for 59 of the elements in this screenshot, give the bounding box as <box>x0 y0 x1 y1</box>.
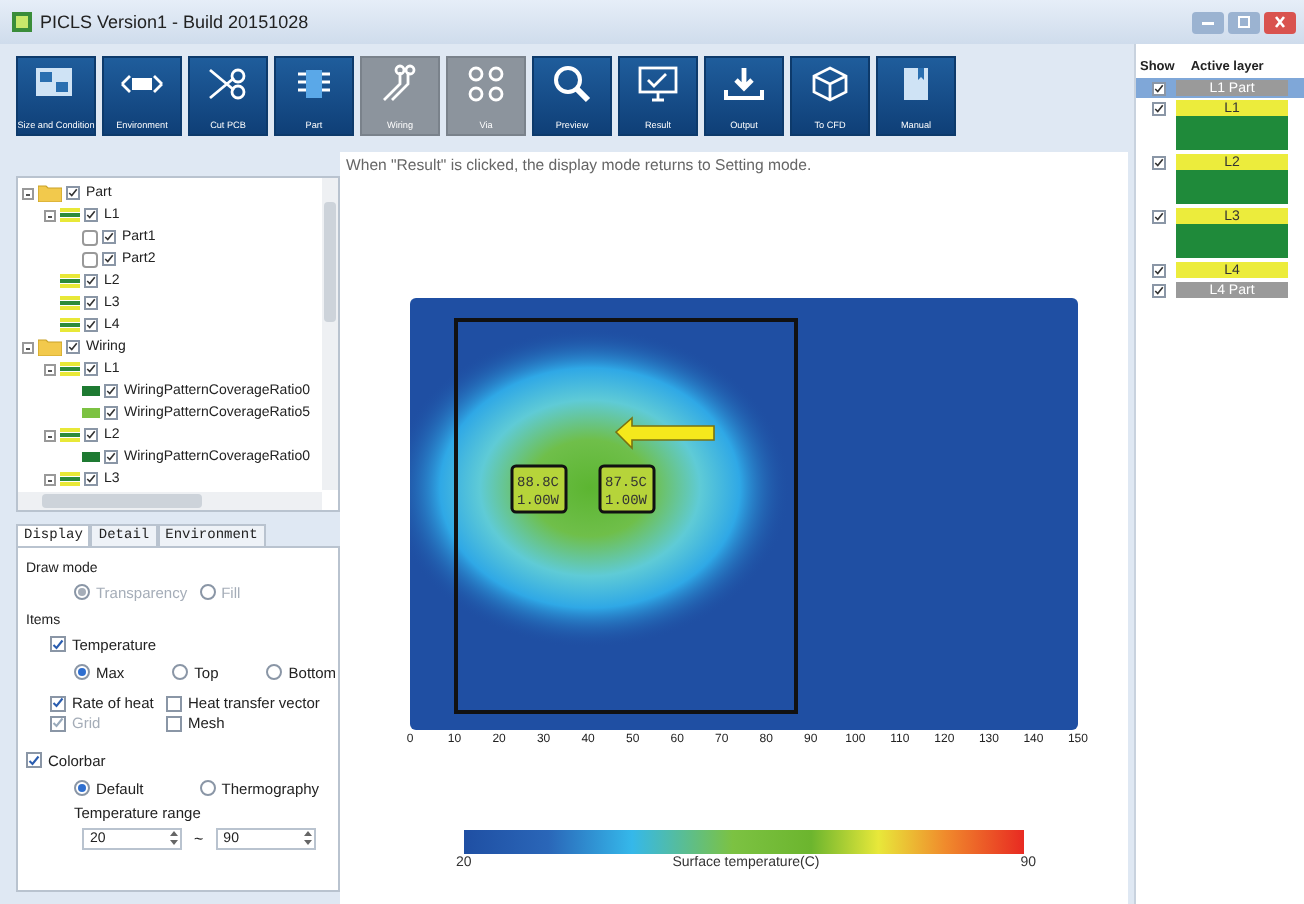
checkbox[interactable] <box>1152 209 1166 223</box>
window-title: PICLS Version1 - Build 20151028 <box>40 12 309 32</box>
maximize-icon <box>1234 16 1254 28</box>
checkbox[interactable] <box>84 208 98 222</box>
expander-icon[interactable] <box>22 187 34 199</box>
search-icon <box>548 64 596 104</box>
minimize-icon <box>1198 16 1218 28</box>
part-box[interactable] <box>510 464 568 514</box>
folder-icon <box>38 338 62 356</box>
layer-icon <box>60 428 80 442</box>
checkbox[interactable] <box>104 406 118 420</box>
checkbox[interactable] <box>1152 81 1166 95</box>
checkbox[interactable] <box>84 318 98 332</box>
checkbox[interactable] <box>66 340 80 354</box>
checkbox[interactable] <box>1152 101 1166 115</box>
download-icon <box>720 64 768 104</box>
spin-arrows-icon[interactable] <box>168 828 180 848</box>
checkbox[interactable] <box>1152 283 1166 297</box>
range-separator: ~ <box>194 829 204 847</box>
close-button[interactable] <box>1264 11 1296 33</box>
check-icon <box>1154 209 1164 223</box>
expander-icon[interactable] <box>44 363 56 375</box>
vertical-scrollbar[interactable] <box>322 178 338 490</box>
checkbox[interactable] <box>102 230 116 244</box>
check-icon <box>52 637 64 651</box>
expander-icon[interactable] <box>44 473 56 485</box>
checkbox[interactable] <box>104 450 118 464</box>
app-icon <box>12 12 32 32</box>
checkbox[interactable] <box>84 296 98 310</box>
check-icon <box>1154 155 1164 169</box>
checkbox[interactable] <box>66 186 80 200</box>
layer-icon <box>60 208 80 222</box>
checkbox[interactable] <box>84 362 98 376</box>
horizontal-scrollbar[interactable] <box>18 492 322 510</box>
layer-block <box>1176 224 1288 258</box>
expander-icon[interactable] <box>22 341 34 353</box>
expander-icon[interactable] <box>44 429 56 441</box>
layer-icon <box>60 318 80 332</box>
spin-arrows-icon[interactable] <box>301 828 314 848</box>
layer-icon <box>60 296 80 310</box>
checkbox[interactable] <box>84 472 98 486</box>
layer-icon <box>60 362 80 376</box>
layer-block <box>1176 170 1288 204</box>
check-icon <box>28 753 40 767</box>
layer-icon <box>60 274 80 288</box>
layer-block <box>1176 116 1288 150</box>
arrow-icon <box>614 416 715 450</box>
checkbox[interactable] <box>102 252 116 266</box>
close-icon <box>1270 16 1290 28</box>
monitor-icon <box>634 64 682 104</box>
checkbox[interactable] <box>1152 263 1166 277</box>
layer-icon <box>60 472 80 486</box>
checkbox[interactable] <box>84 274 98 288</box>
folder-icon <box>38 184 62 202</box>
checkbox[interactable] <box>84 428 98 442</box>
checkbox[interactable] <box>104 384 118 398</box>
expander-icon[interactable] <box>44 209 56 221</box>
checkbox[interactable] <box>1152 155 1166 169</box>
part-box[interactable] <box>598 464 656 514</box>
